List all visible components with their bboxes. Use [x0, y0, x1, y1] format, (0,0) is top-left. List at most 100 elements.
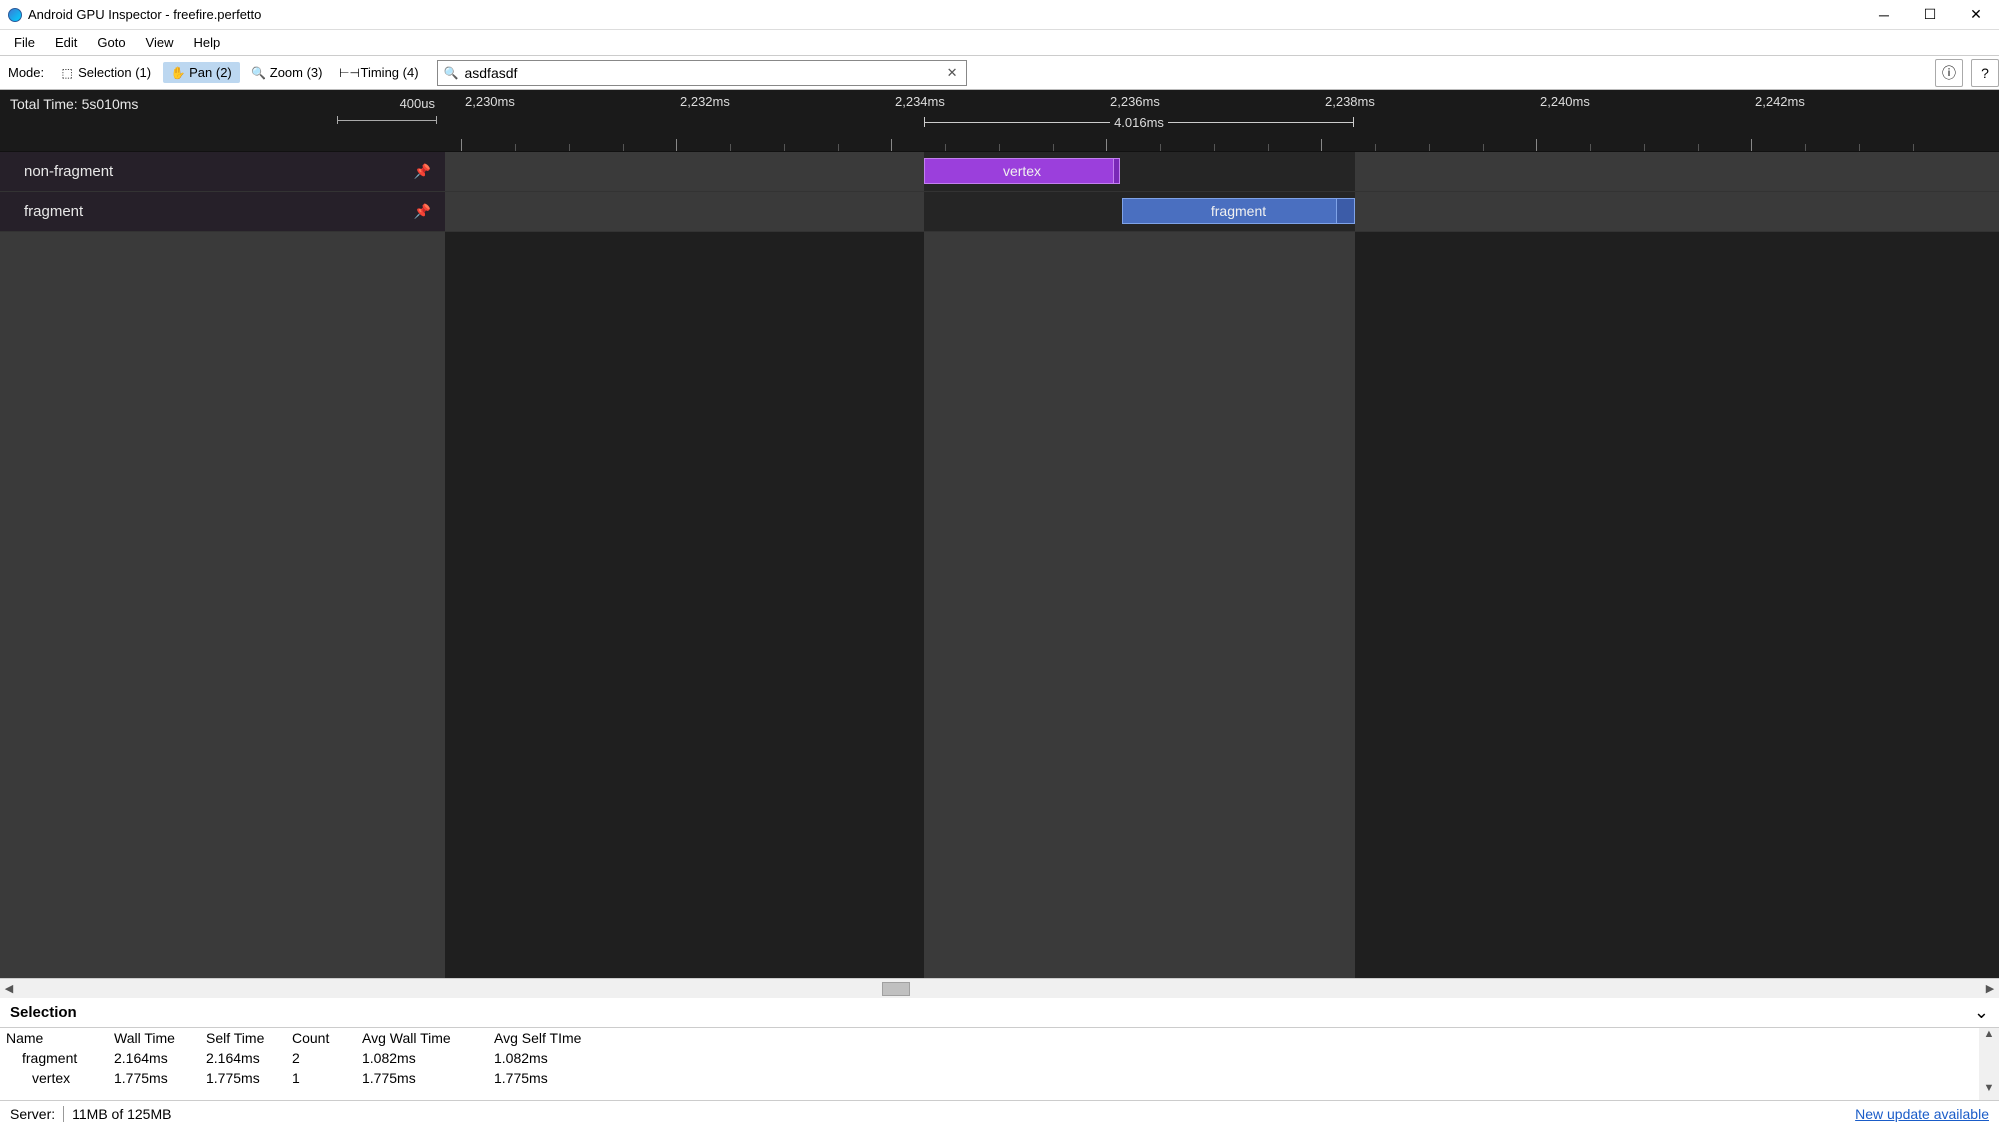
server-label: Server: — [10, 1106, 55, 1122]
row-0-count: 2 — [286, 1048, 356, 1068]
mode-label: Mode: — [8, 65, 44, 80]
track-label-nonfragment[interactable]: non-fragment 📌 — [0, 152, 445, 191]
slice-handle — [1336, 199, 1354, 223]
mode-zoom-label: Zoom (3) — [270, 65, 323, 80]
server-memory: 11MB of 125MB — [72, 1106, 171, 1122]
search-clear-icon[interactable]: ✕ — [939, 65, 966, 81]
timeline-panel: Total Time: 5s010ms 400us 2,230ms 2,232m… — [0, 90, 1999, 978]
statusbar: Server: 11MB of 125MB New update availab… — [0, 1100, 1999, 1126]
pin-icon[interactable]: 📌 — [414, 163, 431, 180]
slice-vertex-label: vertex — [1003, 163, 1041, 179]
timeline-left-header: Total Time: 5s010ms 400us — [0, 90, 445, 151]
maximize-button[interactable]: ☐ — [1907, 0, 1953, 30]
close-button[interactable]: ✕ — [1953, 0, 1999, 30]
slice-vertex[interactable]: vertex — [924, 158, 1120, 184]
info-icon: ⓘ — [1942, 63, 1956, 83]
col-avg-wall[interactable]: Avg Wall Time — [356, 1028, 488, 1048]
ruler-tick-3: 2,236ms — [1110, 94, 1160, 109]
range-label: 4.016ms — [1110, 115, 1168, 130]
window-controls: ─ ☐ ✕ — [1861, 0, 1999, 30]
menu-view[interactable]: View — [136, 33, 184, 52]
selection-table: Name Wall Time Self Time Count Avg Wall … — [0, 1028, 1999, 1088]
scroll-right-icon[interactable]: ▶ — [1981, 982, 1999, 995]
chevron-down-icon[interactable]: ⌄ — [1974, 1002, 1989, 1023]
help-icon: ? — [1981, 65, 1989, 81]
scroll-left-icon[interactable]: ◀ — [0, 982, 18, 995]
mode-zoom[interactable]: 🔍 Zoom (3) — [244, 62, 331, 83]
track-name-fragment: fragment — [24, 203, 83, 220]
track-row-nonfragment: non-fragment 📌 vertex — [0, 152, 1999, 192]
ruler-tick-2: 2,234ms — [895, 94, 945, 109]
scroll-track[interactable] — [18, 981, 1981, 997]
scroll-thumb[interactable] — [882, 982, 910, 996]
scroll-down-icon[interactable]: ▼ — [1979, 1082, 1999, 1100]
row-1-wall: 1.775ms — [108, 1068, 200, 1088]
menubar: File Edit Goto View Help — [0, 30, 1999, 56]
scale-label: 400us — [400, 96, 435, 111]
window-title: Android GPU Inspector - freefire.perfett… — [28, 7, 1861, 22]
search-input[interactable] — [464, 61, 938, 85]
timeline-ruler[interactable]: 2,230ms 2,232ms 2,234ms 2,236ms 2,238ms … — [445, 90, 1999, 151]
timing-icon: ⊢⊣ — [343, 66, 357, 80]
menu-goto[interactable]: Goto — [87, 33, 135, 52]
toolbar: Mode: ⬚ Selection (1) ✋ Pan (2) 🔍 Zoom (… — [0, 56, 1999, 90]
search-icon: 🔍 — [438, 66, 465, 80]
track-body-nonfragment[interactable]: vertex — [445, 152, 1999, 191]
mode-selection[interactable]: ⬚ Selection (1) — [52, 62, 159, 83]
ruler-tick-1: 2,232ms — [680, 94, 730, 109]
help-button[interactable]: ? — [1971, 59, 1999, 87]
timeline-hscrollbar[interactable]: ◀ ▶ — [0, 978, 1999, 998]
menu-file[interactable]: File — [4, 33, 45, 52]
zoom-icon: 🔍 — [252, 66, 266, 80]
pin-icon[interactable]: 📌 — [414, 203, 431, 220]
selection-icon: ⬚ — [60, 66, 74, 80]
slice-fragment-label: fragment — [1211, 203, 1266, 219]
status-sep — [63, 1106, 64, 1122]
update-link[interactable]: New update available — [1855, 1106, 1989, 1122]
menu-edit[interactable]: Edit — [45, 33, 87, 52]
ruler-tick-4: 2,238ms — [1325, 94, 1375, 109]
track-body-fragment[interactable]: fragment — [445, 192, 1999, 231]
selection-vscrollbar[interactable]: ▲ ▼ — [1979, 1028, 1999, 1100]
row-0-avgwall: 1.082ms — [356, 1048, 488, 1068]
mode-pan[interactable]: ✋ Pan (2) — [163, 62, 240, 83]
mode-pan-label: Pan (2) — [189, 65, 232, 80]
mode-timing[interactable]: ⊢⊣ Timing (4) — [335, 62, 427, 83]
row-1-avgwall: 1.775ms — [356, 1068, 488, 1088]
ruler-tick-0: 2,230ms — [465, 94, 515, 109]
slice-handle — [1113, 159, 1119, 183]
col-avg-self[interactable]: Avg Self TIme — [488, 1028, 620, 1048]
col-wall-time[interactable]: Wall Time — [108, 1028, 200, 1048]
selection-title: Selection — [10, 1004, 77, 1021]
total-time-label: Total Time: 5s010ms — [10, 96, 435, 112]
track-name-nonfragment: non-fragment — [24, 163, 113, 180]
search-box: 🔍 ✕ — [437, 60, 967, 86]
col-spacer — [620, 1028, 1999, 1048]
ruler-tick-5: 2,240ms — [1540, 94, 1590, 109]
scroll-up-icon[interactable]: ▲ — [1979, 1028, 1999, 1046]
col-count[interactable]: Count — [286, 1028, 356, 1048]
col-name[interactable]: Name — [0, 1028, 108, 1048]
row-1-name[interactable]: vertex — [0, 1068, 108, 1088]
scale-bracket — [337, 116, 437, 124]
col-self-time[interactable]: Self Time — [200, 1028, 286, 1048]
selection-table-wrap: Name Wall Time Self Time Count Avg Wall … — [0, 1028, 1999, 1100]
minimize-button[interactable]: ─ — [1861, 0, 1907, 30]
info-button[interactable]: ⓘ — [1935, 59, 1963, 87]
row-0-avgself: 1.082ms — [488, 1048, 620, 1068]
timeline-empty-area[interactable] — [0, 232, 1999, 978]
ruler-tick-6: 2,242ms — [1755, 94, 1805, 109]
menu-help[interactable]: Help — [184, 33, 231, 52]
track-row-fragment: fragment 📌 fragment — [0, 192, 1999, 232]
app-icon — [8, 8, 22, 22]
row-0-name[interactable]: fragment — [0, 1048, 108, 1068]
mode-selection-label: Selection (1) — [78, 65, 151, 80]
track-label-fragment[interactable]: fragment 📌 — [0, 192, 445, 231]
ruler-ticks — [445, 129, 1999, 151]
timeline-header: Total Time: 5s010ms 400us 2,230ms 2,232m… — [0, 90, 1999, 152]
mode-timing-label: Timing (4) — [361, 65, 419, 80]
row-0-wall: 2.164ms — [108, 1048, 200, 1068]
window-titlebar: Android GPU Inspector - freefire.perfett… — [0, 0, 1999, 30]
pan-icon: ✋ — [171, 66, 185, 80]
slice-fragment[interactable]: fragment — [1122, 198, 1355, 224]
